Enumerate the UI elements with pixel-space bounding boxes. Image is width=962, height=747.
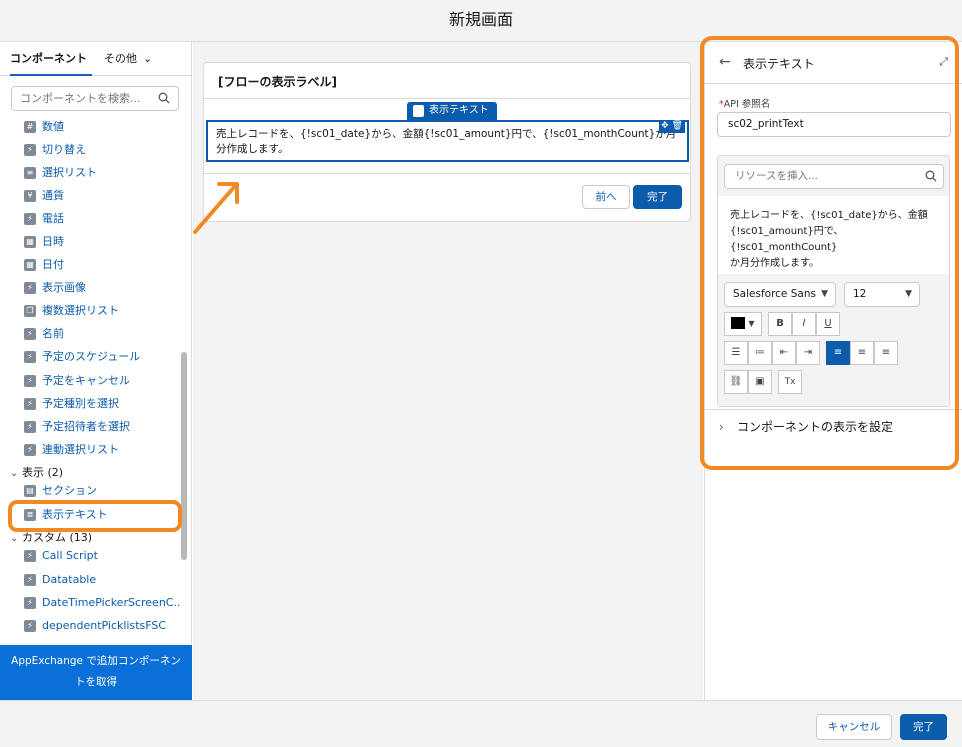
- component-tag-label: 表示テキスト: [429, 105, 489, 116]
- move-delete-icon[interactable]: ✥ 🗑: [659, 120, 685, 133]
- list-item[interactable]: ⚡ 連動選択リスト: [24, 439, 119, 461]
- list-item[interactable]: ≡ 選択リスト: [24, 162, 97, 184]
- number-icon: #: [24, 121, 36, 133]
- lightning-icon: ⚡: [24, 213, 36, 225]
- component-search[interactable]: [11, 86, 179, 111]
- lightning-icon: ⚡: [24, 421, 36, 433]
- modal-title: 新規画面: [448, 10, 513, 29]
- list-icon: ≡: [24, 167, 36, 179]
- list-item[interactable]: ❐ 複数選択リスト: [24, 300, 119, 322]
- list-item-label: 日付: [42, 258, 64, 271]
- lightning-icon: ⚡: [24, 597, 36, 609]
- divider: [204, 173, 690, 174]
- lightning-icon: ⚡: [24, 351, 36, 363]
- lightning-icon: ⚡: [24, 375, 36, 387]
- screen-title: [フローの表示ラベル]: [218, 75, 337, 89]
- currency-icon: ¥: [24, 190, 36, 202]
- calendar-icon: ▦: [24, 236, 36, 248]
- display-text-content: 売上レコードを、{!sc01_date}から、金額{!sc01_amount}円…: [216, 128, 677, 155]
- lightning-icon: ⚡: [24, 620, 36, 632]
- list-item-label: 複数選択リスト: [42, 304, 119, 317]
- component-list: # 数値 ⚡ 切り替え ≡ 選択リスト ¥ 通貨 ⚡ 電話 ▦ 日時 ▦ 日付 ⚡ 表示画像 ❐…: [0, 114, 180, 644]
- group-label: 表示 (2): [22, 466, 64, 479]
- tab-other[interactable]: その他 ⌄: [104, 42, 152, 76]
- list-item-label: 選択リスト: [42, 166, 97, 179]
- highlight-annotation: [8, 500, 182, 532]
- list-item[interactable]: # 数値: [24, 116, 64, 138]
- lightning-icon: ⚡: [24, 444, 36, 456]
- list-item[interactable]: ⚡ 予定招待者を選択: [24, 416, 130, 438]
- tab-components[interactable]: コンポーネント: [10, 42, 92, 76]
- group-label: カスタム (13): [22, 531, 93, 544]
- chevron-down-icon: ⌄: [143, 52, 153, 65]
- display-text-icon: [413, 105, 424, 117]
- divider: [204, 98, 690, 99]
- cancel-button[interactable]: キャンセル: [816, 714, 892, 740]
- lightning-icon: ⚡: [24, 550, 36, 562]
- list-item[interactable]: ⚡ 予定のスケジュール: [24, 346, 140, 368]
- appexchange-button[interactable]: AppExchange で追加コンポーネントを取得: [0, 645, 192, 700]
- flow-canvas: [フローの表示ラベル] 表示テキスト 売上レコードを、{!sc01_date}か…: [193, 42, 703, 700]
- section-icon: ▤: [24, 485, 36, 497]
- list-item-label: 連動選択リスト: [42, 443, 119, 456]
- finish-button[interactable]: 完了: [900, 714, 947, 740]
- list-item-label: 通貨: [42, 189, 64, 202]
- list-item-label: 予定招待者を選択: [42, 420, 130, 433]
- screen-preview: [フローの表示ラベル] 表示テキスト 売上レコードを、{!sc01_date}か…: [203, 62, 691, 222]
- list-item[interactable]: ⚡ 切り替え: [24, 139, 86, 161]
- list-item[interactable]: ⚡ 予定種別を選択: [24, 393, 119, 415]
- lightning-icon: ⚡: [24, 328, 36, 340]
- highlight-annotation: [700, 36, 959, 470]
- tab-other-label: その他: [104, 52, 137, 65]
- list-item[interactable]: ⚡ DateTimePickerScreenC...: [24, 592, 180, 614]
- lightning-icon: ⚡: [24, 574, 36, 586]
- list-item-label: 数値: [42, 120, 64, 133]
- list-item-label: 名前: [42, 327, 64, 340]
- search-icon: [158, 92, 170, 104]
- list-item-label: 日時: [42, 235, 64, 248]
- list-item-label: Datatable: [42, 573, 97, 586]
- list-item[interactable]: ▦ 日時: [24, 231, 64, 253]
- list-item-label: 電話: [42, 212, 64, 225]
- chevron-down-icon: ⌄: [10, 533, 19, 544]
- list-item[interactable]: ⚡ dependentPicklistsFSC: [24, 615, 166, 637]
- display-text-component[interactable]: 売上レコードを、{!sc01_date}から、金額{!sc01_amount}円…: [206, 120, 689, 162]
- list-item-label: 表示画像: [42, 281, 86, 294]
- list-item[interactable]: ▦ 日付: [24, 254, 64, 276]
- component-search-input[interactable]: [12, 87, 152, 110]
- list-item[interactable]: ⚡ 予定をキャンセル: [24, 370, 130, 392]
- done-button[interactable]: 完了: [633, 185, 682, 209]
- modal-footer: キャンセル 完了: [0, 700, 962, 747]
- list-item-label: セクション: [42, 484, 97, 497]
- list-item[interactable]: ▤ セクション: [24, 480, 97, 502]
- list-item[interactable]: ⚡ 表示画像: [24, 277, 86, 299]
- component-tag: 表示テキスト: [407, 102, 497, 120]
- list-item[interactable]: ⚡ Call Script: [24, 545, 98, 567]
- arrow-annotation-icon: [193, 182, 239, 234]
- chevron-down-icon: ⌄: [10, 468, 19, 479]
- lightning-icon: ⚡: [24, 144, 36, 156]
- lightning-icon: ⚡: [24, 398, 36, 410]
- calendar-icon: ▦: [24, 259, 36, 271]
- list-item-label: 予定のスケジュール: [42, 350, 141, 363]
- list-item-label: Call Script: [42, 549, 98, 562]
- lightning-icon: ⚡: [24, 282, 36, 294]
- previous-button[interactable]: 前へ: [582, 185, 630, 209]
- list-item-label: DateTimePickerScreenC...: [42, 596, 180, 609]
- component-sidebar: コンポーネント その他 ⌄ # 数値 ⚡ 切り替え ≡ 選択リスト ¥ 通貨 ⚡ 電話 ▦ 日…: [0, 42, 192, 700]
- list-item[interactable]: ⚡ 電話: [24, 208, 64, 230]
- list-item-label: dependentPicklistsFSC: [42, 619, 167, 632]
- list-item-label: 予定をキャンセル: [42, 374, 130, 387]
- list-item-label: 予定種別を選択: [42, 397, 119, 410]
- sidebar-scrollbar[interactable]: [181, 352, 187, 560]
- list-item-label: 切り替え: [42, 143, 86, 156]
- list-item[interactable]: ⚡ 名前: [24, 323, 64, 345]
- sidebar-tabs: コンポーネント その他 ⌄: [0, 42, 192, 76]
- list-item[interactable]: ⚡ Datatable: [24, 569, 96, 591]
- list-item[interactable]: ¥ 通貨: [24, 185, 64, 207]
- multiselect-icon: ❐: [24, 305, 36, 317]
